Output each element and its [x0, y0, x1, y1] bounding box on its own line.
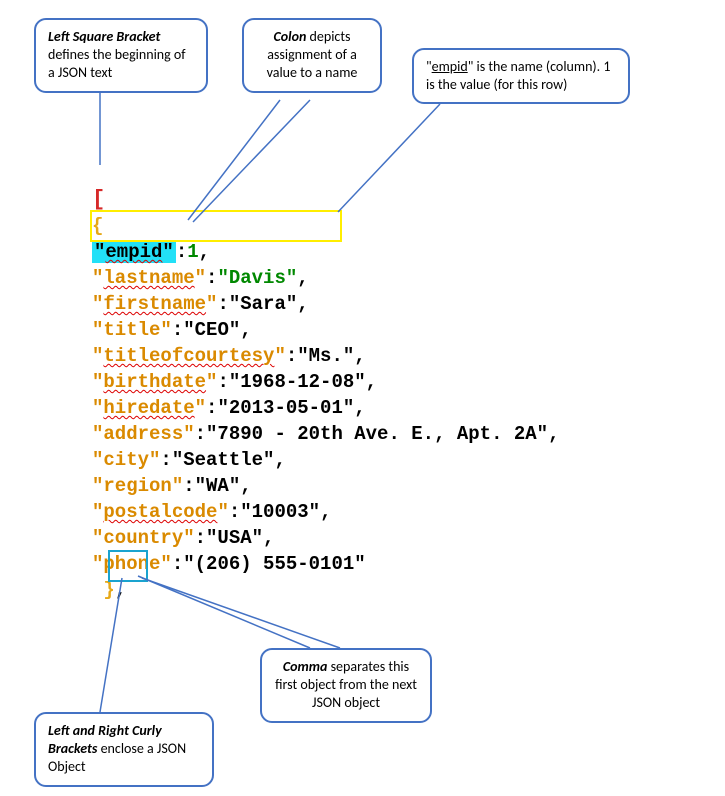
- val-postalcode: "10003": [240, 501, 320, 523]
- key-city: "city": [92, 449, 160, 471]
- key-postalcode: "postalcode": [92, 501, 229, 523]
- key-address: "address": [92, 423, 195, 445]
- callout-comma: Comma separates this first object from t…: [260, 648, 432, 723]
- val-title: "CEO": [183, 319, 240, 341]
- key-country: "country": [92, 527, 195, 549]
- key-phone: "phone": [92, 553, 172, 575]
- key-lastname: "lastname": [92, 267, 206, 289]
- key-title: "title": [92, 319, 172, 341]
- callout-left-bracket: Left Square Bracket defines the beginnin…: [34, 18, 208, 93]
- key-birthdate: "birthdate": [92, 371, 217, 393]
- val-empid: 1: [187, 241, 198, 263]
- open-square-bracket-char: [: [92, 187, 105, 212]
- callout-left-bracket-rest: defines the beginning of a JSON text: [48, 46, 186, 81]
- val-phone: "(206) 555-0101": [183, 553, 365, 575]
- close-curly-brace-char: }: [103, 579, 114, 601]
- key-empid: "empid": [92, 241, 176, 263]
- json-code: [ { "empid":1, "lastname":"Davis", "firs…: [92, 161, 560, 603]
- callout-colon: Colon depicts assignment of a value to a…: [242, 18, 382, 93]
- callout-empid-text: "empid" is the name (column). 1 is the v…: [426, 58, 610, 93]
- val-address: "7890 - 20th Ave. E., Apt. 2A": [206, 423, 548, 445]
- val-country: "USA": [206, 527, 263, 549]
- key-firstname: "firstname": [92, 293, 217, 315]
- callout-empid: "empid" is the name (column). 1 is the v…: [412, 48, 630, 104]
- val-hiredate: "2013-05-01": [217, 397, 354, 419]
- val-birthdate: "1968-12-08": [229, 371, 366, 393]
- key-region: "region": [92, 475, 183, 497]
- key-titleofcourtesy: "titleofcourtesy": [92, 345, 286, 367]
- val-city: "Seattle": [172, 449, 275, 471]
- val-region: "WA": [195, 475, 241, 497]
- val-firstname: "Sara": [229, 293, 297, 315]
- val-lastname: "Davis": [217, 267, 297, 289]
- open-curly-brace-char: {: [92, 215, 103, 237]
- key-hiredate: "hiredate": [92, 397, 206, 419]
- callout-left-bracket-term: Left Square Bracket: [48, 28, 160, 45]
- callout-colon-term: Colon: [274, 28, 307, 45]
- val-titleofcourtesy: "Ms.": [297, 345, 354, 367]
- trailing-comma-char: ,: [115, 579, 126, 601]
- callout-comma-term: Comma: [283, 658, 328, 675]
- callout-curly-brackets: Left and Right Curly Brackets enclose a …: [34, 712, 214, 787]
